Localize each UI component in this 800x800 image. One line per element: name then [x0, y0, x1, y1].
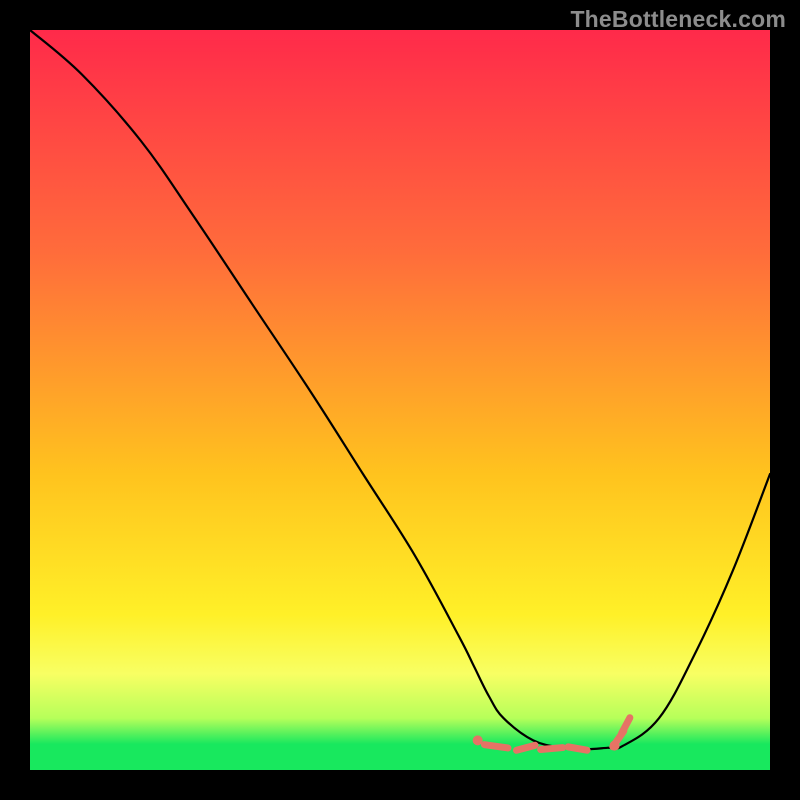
- chart-frame: TheBottleneck.com: [0, 0, 800, 800]
- chart-marker-dash: [484, 745, 507, 748]
- watermark-text: TheBottleneck.com: [570, 6, 786, 33]
- chart-marker-dash: [622, 718, 630, 734]
- chart-svg: [30, 30, 770, 770]
- chart-marker-dash: [541, 748, 563, 750]
- chart-plot-area: [30, 30, 770, 770]
- chart-marker-dash: [568, 747, 587, 750]
- chart-marker-dash: [517, 745, 536, 750]
- chart-curve: [30, 30, 770, 749]
- chart-markers: [473, 718, 630, 751]
